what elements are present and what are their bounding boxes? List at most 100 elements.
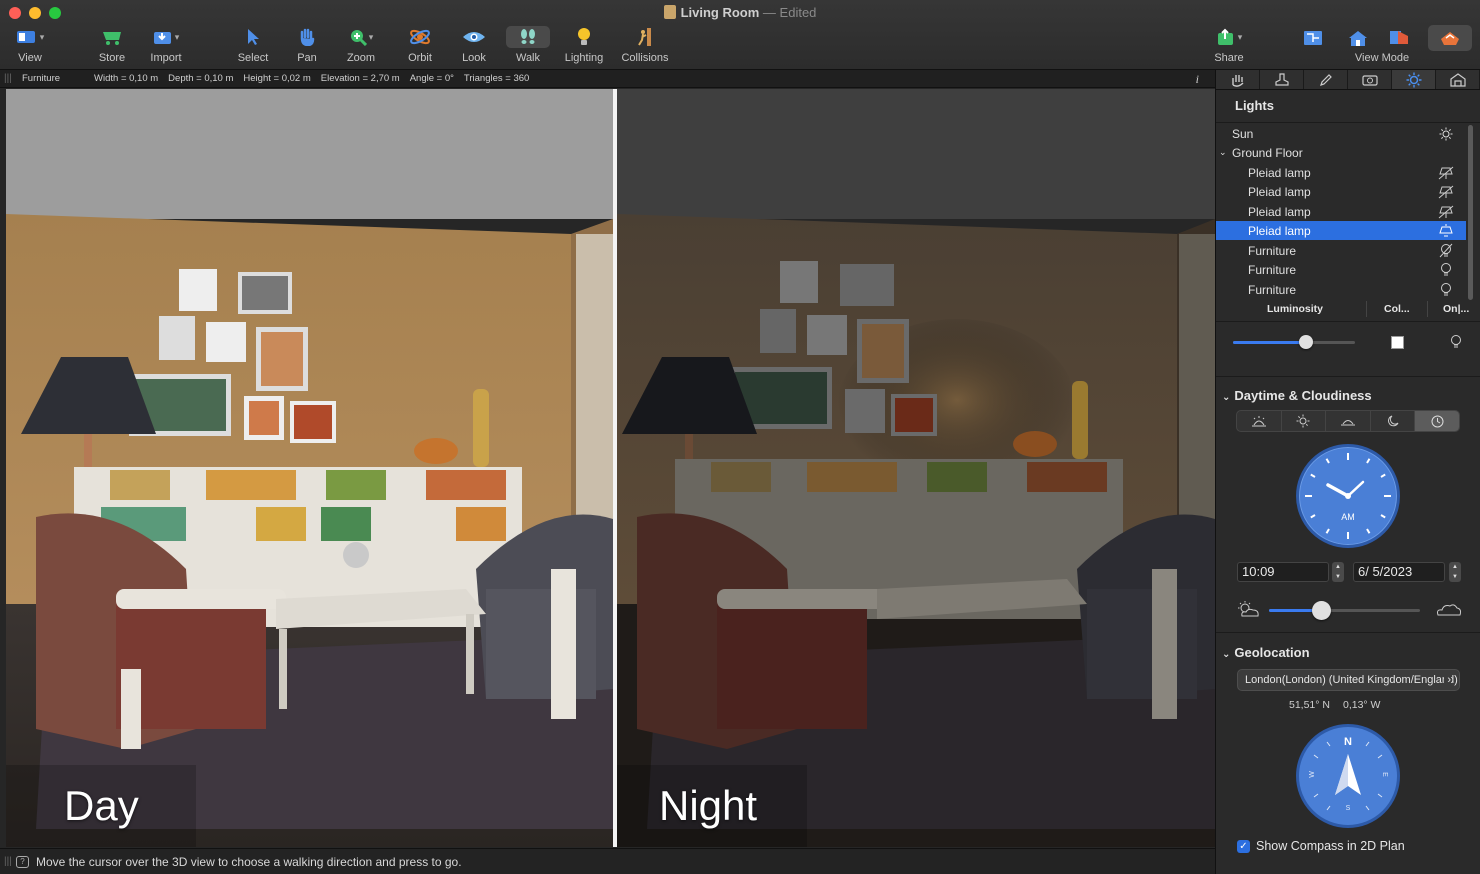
toolbar-share-button[interactable]: ▾ Share — [1199, 26, 1259, 64]
compass-needle-icon — [1313, 741, 1383, 811]
daytime-mode-selector[interactable] — [1236, 410, 1460, 432]
toolbar-select-button[interactable]: Select — [223, 26, 283, 64]
light-row-label: Sun — [1232, 126, 1254, 141]
3d-view-night[interactable]: Night — [617, 89, 1215, 847]
render-mode-button[interactable] — [1428, 25, 1472, 51]
toolbar-collisions-button[interactable]: Collisions — [615, 26, 675, 64]
toolbar-zoom-label: Zoom — [346, 52, 376, 64]
latitude-value: 51,51° N — [1289, 699, 1330, 711]
toolbar-store-button[interactable]: Store — [82, 26, 142, 64]
toolbar-lighting-button[interactable]: Lighting — [554, 26, 614, 64]
pencil-tab-icon — [1319, 73, 1332, 86]
show-compass-checkbox[interactable]: ✓ — [1237, 840, 1250, 853]
date-field[interactable]: 6/ 5/2023 — [1353, 562, 1445, 582]
light-row-label: Pleiad lamp — [1248, 184, 1311, 199]
lights-title: Lights — [1235, 98, 1274, 113]
plan-view-button[interactable] — [1303, 30, 1323, 51]
hand-tab-icon — [1231, 74, 1243, 87]
tab-pencil[interactable] — [1304, 70, 1348, 89]
mode-night[interactable] — [1371, 411, 1416, 431]
light-row-pleiad-lamp-selected[interactable]: Pleiad lamp — [1216, 221, 1466, 240]
toolbar-look-button[interactable]: Look — [444, 26, 504, 64]
lights-scrollbar[interactable] — [1468, 125, 1473, 300]
toolbar-walk-button[interactable]: Walk — [498, 26, 558, 64]
disclosure-chevron-icon[interactable]: ⌄ — [1216, 147, 1232, 158]
light-row-label: Furniture — [1248, 243, 1297, 258]
cloudy-button[interactable] — [1435, 601, 1463, 622]
store-icon — [103, 32, 121, 45]
light-row-pleiad-lamp[interactable]: Pleiad lamp — [1216, 163, 1466, 182]
eye-icon — [463, 32, 485, 42]
plan-view-icon — [1304, 31, 1322, 45]
toolbar-orbit-button[interactable]: Orbit — [390, 26, 450, 64]
tab-hand[interactable] — [1216, 70, 1260, 89]
tab-lights[interactable] — [1392, 70, 1436, 89]
mode-custom-time[interactable] — [1415, 411, 1459, 431]
tab-building[interactable] — [1436, 70, 1480, 89]
geolocation-section-header[interactable]: ⌄ Geolocation — [1222, 645, 1310, 660]
column-luminosity[interactable]: Luminosity — [1267, 303, 1323, 315]
daytime-section-header[interactable]: ⌄ Daytime & Cloudiness — [1222, 388, 1372, 403]
object-elevation: Elevation = 2,70 m — [320, 73, 400, 84]
cloudiness-slider-knob[interactable] — [1312, 601, 1332, 620]
light-row-sun[interactable]: Sun — [1216, 124, 1466, 143]
bulb-icon — [578, 28, 590, 45]
tab-stamp[interactable] — [1260, 70, 1304, 89]
light-row-pleiad-lamp[interactable]: Pleiad lamp — [1216, 182, 1466, 201]
document-name: Living Room — [680, 5, 760, 20]
luminosity-slider[interactable] — [1233, 335, 1355, 349]
column-on-off[interactable]: On|... — [1443, 303, 1469, 315]
mode-sunset[interactable] — [1326, 411, 1371, 431]
day-render-image — [6, 89, 613, 847]
compass-control[interactable]: N S E W — [1296, 724, 1400, 828]
edited-status: Edited — [779, 5, 817, 20]
location-picker-button[interactable]: London(London) (United Kingdom/England) … — [1237, 669, 1460, 691]
object-angle: Angle = 0° — [409, 73, 454, 84]
light-row-furniture[interactable]: Furniture — [1216, 280, 1466, 299]
cloudiness-slider[interactable] — [1269, 601, 1420, 620]
tab-camera[interactable] — [1348, 70, 1392, 89]
day-caption: Day — [64, 782, 139, 829]
info-icon[interactable]: i — [1196, 72, 1199, 87]
light-color-well[interactable] — [1391, 336, 1404, 349]
selected-object-name: Furniture — [22, 73, 61, 84]
show-compass-label[interactable]: Show Compass in 2D Plan — [1256, 839, 1405, 853]
bulb-icon — [1451, 335, 1461, 348]
daytime-title: Daytime & Cloudiness — [1234, 388, 1372, 403]
3d-view-day[interactable]: Day — [6, 89, 613, 847]
toolbar-share-label: Share — [1214, 52, 1244, 64]
toolbar-zoom-button[interactable]: ▾ Zoom — [331, 26, 391, 64]
date-stepper[interactable]: ▲ ▼ — [1449, 562, 1461, 582]
sun-cloud-icon — [1238, 601, 1259, 617]
toolbar-select-label: Select — [237, 52, 269, 64]
mode-noon[interactable] — [1282, 411, 1327, 431]
time-stepper[interactable]: ▲ ▼ — [1332, 562, 1344, 582]
view-icon — [16, 31, 35, 43]
toolbar-store-label: Store — [98, 52, 126, 64]
light-row-furniture[interactable]: Furniture — [1216, 241, 1466, 260]
column-color[interactable]: Col... — [1384, 303, 1410, 315]
title-separator: — — [762, 5, 776, 20]
clock-am-label: AM — [1341, 512, 1355, 522]
luminosity-slider-knob[interactable] — [1299, 335, 1314, 349]
clear-sky-button[interactable] — [1236, 600, 1262, 623]
toolbar-view-button[interactable]: ▾ View — [0, 26, 60, 64]
light-on-toggle[interactable] — [1449, 334, 1463, 355]
light-group-ground-floor[interactable]: ⌄ Ground Floor — [1216, 143, 1466, 162]
sun-icon — [1296, 414, 1310, 428]
object-triangles: Triangles = 360 — [463, 73, 530, 84]
toolbar-pan-button[interactable]: Pan — [277, 26, 337, 64]
time-field[interactable]: 10:09 — [1237, 562, 1329, 582]
light-row-label: Ground Floor — [1232, 145, 1303, 160]
toolbar-view-mode[interactable]: View Mode — [1352, 26, 1412, 64]
collisions-icon — [638, 28, 651, 46]
light-row-furniture[interactable]: Furniture — [1216, 260, 1466, 279]
mode-sunrise[interactable] — [1237, 411, 1282, 431]
analog-clock[interactable]: AM — [1296, 444, 1400, 548]
toolbar-import-button[interactable]: ▾ Import — [136, 26, 196, 65]
clock-face-icon — [1305, 453, 1391, 539]
clock-icon — [1431, 415, 1444, 427]
house-tab-icon — [1449, 72, 1466, 87]
house-render-icon — [1441, 32, 1459, 45]
light-row-pleiad-lamp[interactable]: Pleiad lamp — [1216, 202, 1466, 221]
